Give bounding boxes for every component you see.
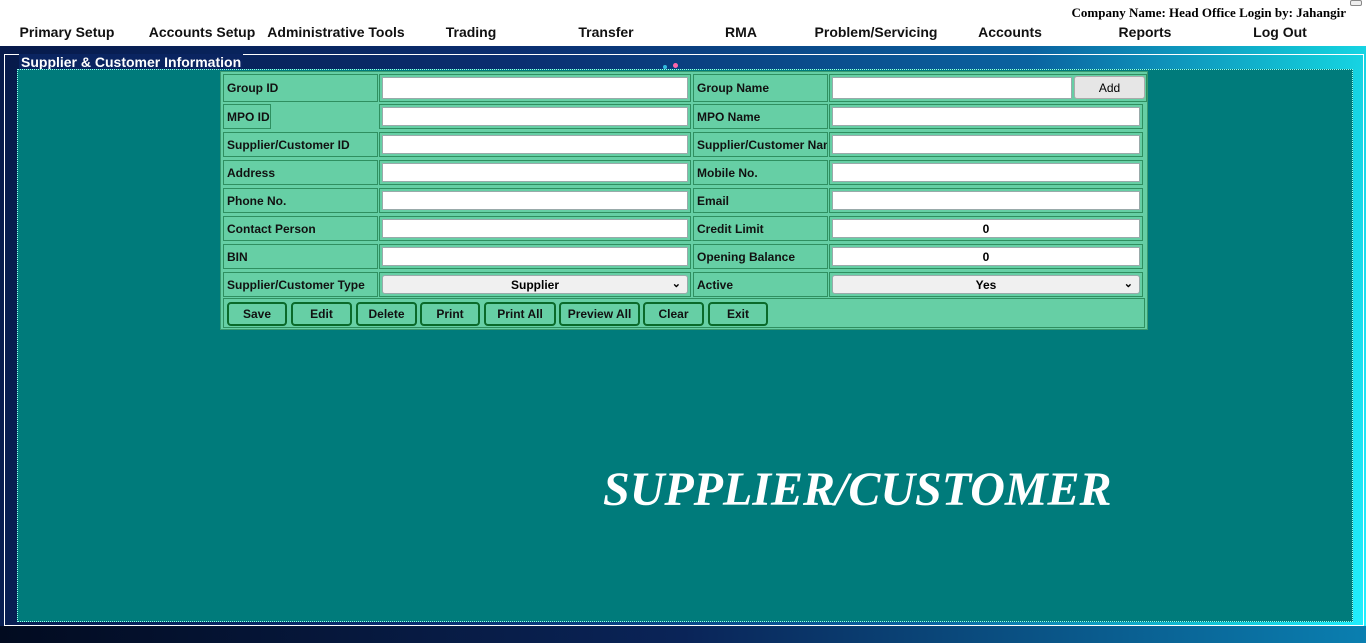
mpo-id-input[interactable] — [382, 107, 688, 126]
menu-administrative-tools[interactable]: Administrative Tools — [267, 24, 404, 40]
group-id-cell — [379, 74, 691, 102]
action-buttons: Save Edit Delete Print Print All Preview… — [223, 298, 1145, 328]
bin-cell — [379, 244, 691, 269]
clear-button[interactable]: Clear — [643, 302, 704, 326]
label-mobile-no: Mobile No. — [693, 160, 828, 185]
email-input[interactable] — [832, 191, 1140, 210]
menu-log-out[interactable]: Log Out — [1253, 24, 1307, 40]
chevron-down-icon: ⌄ — [1123, 278, 1133, 290]
menu-accounts-setup[interactable]: Accounts Setup — [149, 24, 256, 40]
opening-balance-cell — [829, 244, 1143, 269]
add-button[interactable]: Add — [1074, 76, 1145, 99]
address-cell — [379, 160, 691, 185]
mpo-id-cell — [379, 104, 691, 129]
mpo-name-cell — [829, 104, 1143, 129]
save-button[interactable]: Save — [227, 302, 287, 326]
credit-limit-input[interactable] — [832, 219, 1140, 238]
label-mpo-id: MPO ID — [223, 104, 271, 129]
label-supplier-customer-type: Supplier/Customer Type — [223, 272, 378, 297]
label-group-name: Group Name — [693, 74, 828, 102]
type-selected-value: Supplier — [510, 277, 559, 292]
mpo-name-input[interactable] — [832, 107, 1140, 126]
mobile-no-input[interactable] — [832, 163, 1140, 182]
preview-all-button[interactable]: Preview All — [559, 302, 640, 326]
credit-limit-cell — [829, 216, 1143, 241]
watermark-text: SUPPLIER/CUSTOMER — [603, 463, 1112, 516]
chevron-down-icon: ⌄ — [671, 278, 681, 290]
active-select[interactable]: Yes ⌄ — [832, 275, 1140, 294]
menu-transfer[interactable]: Transfer — [578, 24, 633, 40]
menu-trading[interactable]: Trading — [446, 24, 497, 40]
edit-button[interactable]: Edit — [291, 302, 352, 326]
type-cell: Supplier ⌄ — [379, 272, 691, 297]
active-selected-value: Yes — [975, 277, 997, 292]
label-group-id: Group ID — [223, 74, 378, 102]
window-control-icon[interactable] — [1350, 0, 1362, 6]
label-email: Email — [693, 188, 828, 213]
opening-balance-input[interactable] — [832, 247, 1140, 266]
group-id-input[interactable] — [382, 77, 688, 99]
label-opening-balance: Opening Balance — [693, 244, 828, 269]
label-credit-limit: Credit Limit — [693, 216, 828, 241]
label-bin: BIN — [223, 244, 378, 269]
label-contact-person: Contact Person — [223, 216, 378, 241]
footer-bar — [0, 626, 1366, 643]
label-mpo-name: MPO Name — [693, 104, 828, 129]
active-cell: Yes ⌄ — [829, 272, 1143, 297]
label-phone-no: Phone No. — [223, 188, 378, 213]
menu-rma[interactable]: RMA — [725, 24, 757, 40]
menu-reports[interactable]: Reports — [1119, 24, 1172, 40]
supplier-customer-id-input[interactable] — [382, 135, 688, 154]
phone-no-input[interactable] — [382, 191, 688, 210]
print-all-button[interactable]: Print All — [484, 302, 556, 326]
section-title: Supplier & Customer Information — [19, 54, 244, 70]
address-input[interactable] — [382, 163, 688, 182]
top-header: Company Name: Head Office Login by: Jaha… — [0, 0, 1366, 46]
print-button[interactable]: Print — [420, 302, 480, 326]
contact-person-cell — [379, 216, 691, 241]
contact-person-input[interactable] — [382, 219, 688, 238]
dot-icon — [673, 63, 678, 68]
company-info: Company Name: Head Office Login by: Jaha… — [1071, 5, 1346, 20]
label-supplier-customer-name: Supplier/Customer Name — [693, 132, 828, 157]
email-cell — [829, 188, 1143, 213]
label-supplier-customer-id: Supplier/Customer ID — [223, 132, 378, 157]
mobile-no-cell — [829, 160, 1143, 185]
menu-primary-setup[interactable]: Primary Setup — [20, 24, 115, 40]
dot-icon — [663, 65, 667, 69]
supplier-customer-form: Group ID Group Name Add MPO ID MPO Name … — [220, 71, 1148, 330]
supplier-customer-name-cell — [829, 132, 1143, 157]
supplier-customer-name-input[interactable] — [832, 135, 1140, 154]
supplier-customer-id-cell — [379, 132, 691, 157]
bin-input[interactable] — [382, 247, 688, 266]
exit-button[interactable]: Exit — [708, 302, 768, 326]
label-address: Address — [223, 160, 378, 185]
phone-no-cell — [379, 188, 691, 213]
main-menu: Primary Setup Accounts Setup Administrat… — [0, 24, 1366, 44]
menu-accounts[interactable]: Accounts — [978, 24, 1042, 40]
label-active: Active — [693, 272, 828, 297]
supplier-customer-type-select[interactable]: Supplier ⌄ — [382, 275, 688, 294]
delete-button[interactable]: Delete — [356, 302, 417, 326]
menu-problem-servicing[interactable]: Problem/Servicing — [815, 24, 938, 40]
group-name-input[interactable] — [832, 77, 1072, 99]
